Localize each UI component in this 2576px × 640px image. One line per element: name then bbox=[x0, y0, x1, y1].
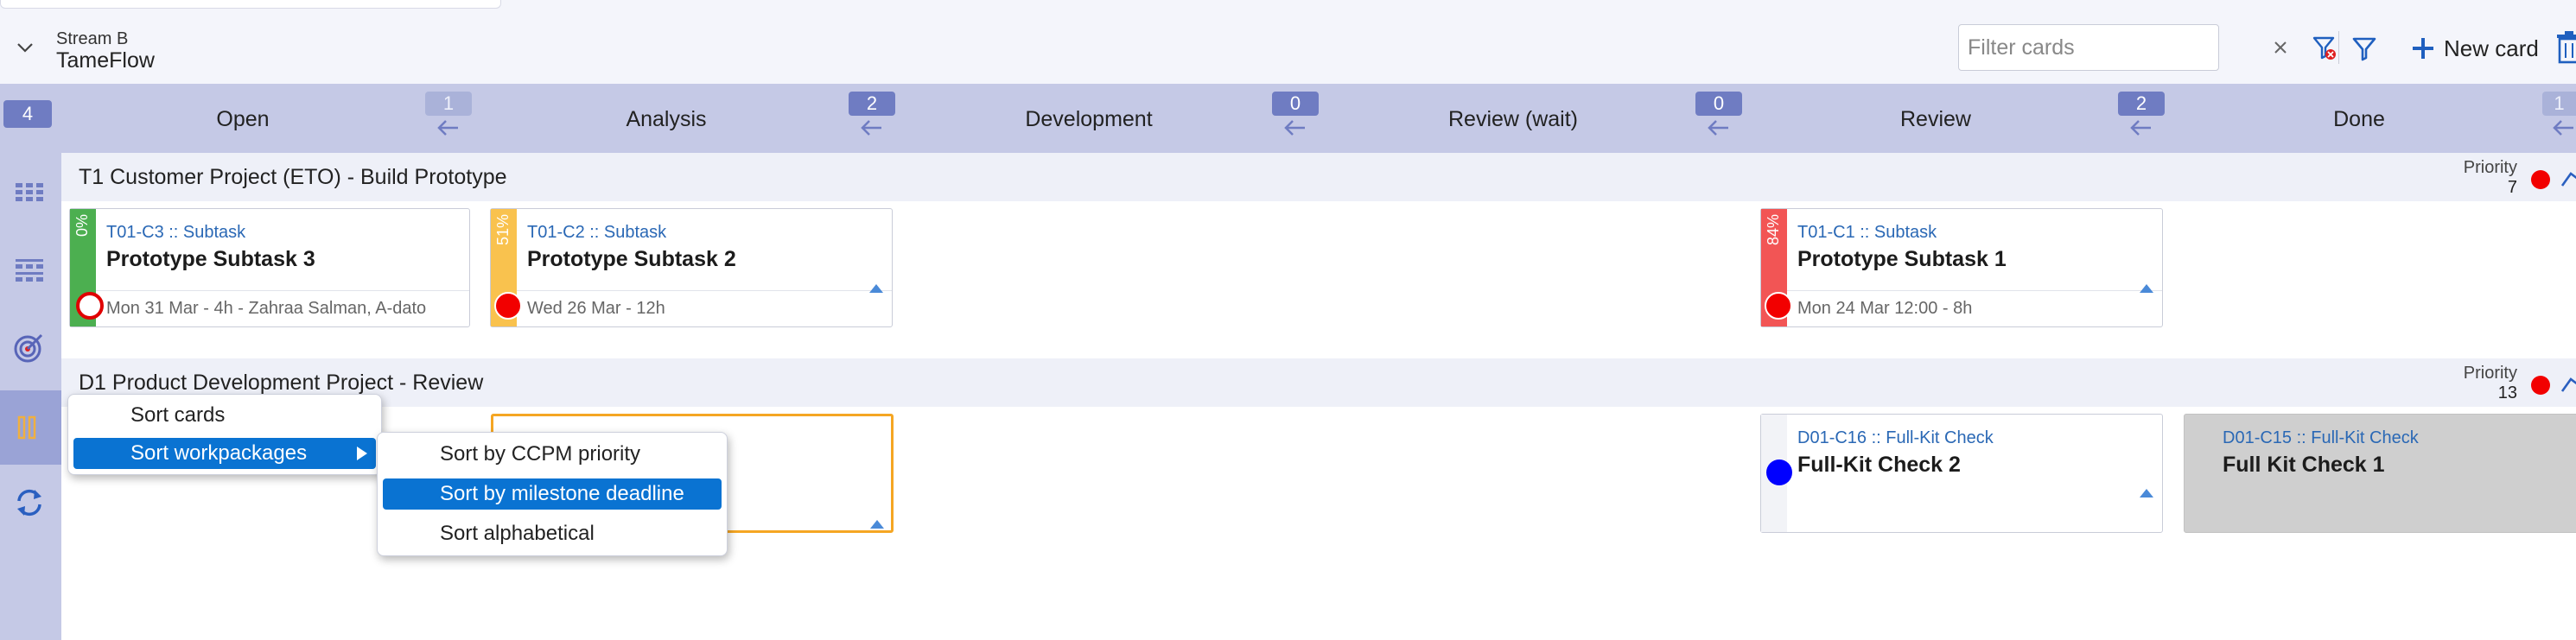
arrow-left-icon[interactable] bbox=[2551, 118, 2576, 137]
status-dot-icon bbox=[494, 292, 522, 320]
swimlane-view-icon[interactable] bbox=[12, 252, 47, 287]
arrow-left-icon[interactable] bbox=[859, 118, 885, 137]
card-title: Prototype Subtask 1 bbox=[1797, 247, 2007, 271]
triangle-up-icon[interactable] bbox=[2140, 284, 2153, 293]
target-icon[interactable] bbox=[12, 330, 47, 364]
new-card-button[interactable]: New card bbox=[2411, 31, 2539, 66]
card-footer: Mon 24 Mar 12:00 - 8h bbox=[1787, 284, 2162, 328]
arrow-left-icon[interactable] bbox=[436, 118, 461, 137]
stream-label: Stream B bbox=[56, 29, 129, 48]
left-sidebar bbox=[0, 153, 61, 640]
tab-strip bbox=[0, 0, 501, 9]
progress-percent: 84% bbox=[1765, 214, 1782, 246]
sort-icon bbox=[17, 415, 36, 440]
filter-cards-input[interactable] bbox=[1968, 34, 2158, 61]
swimlane-header[interactable]: D1 Product Development Project - Review … bbox=[61, 358, 2576, 407]
new-card-label: New card bbox=[2444, 35, 2539, 61]
sidebar-item-sort-active[interactable] bbox=[0, 390, 61, 465]
triangle-up-icon[interactable] bbox=[870, 520, 884, 529]
status-dot bbox=[2531, 170, 2550, 189]
column-title-review[interactable]: Review bbox=[1806, 107, 2065, 132]
priority-label: Priority bbox=[2463, 158, 2517, 177]
card[interactable]: 51% T01-C2 :: Subtask Prototype Subtask … bbox=[490, 208, 893, 327]
menu-item-sort-cards[interactable]: Sort cards bbox=[73, 400, 376, 431]
trash-icon[interactable] bbox=[2556, 31, 2576, 64]
chevron-down-icon[interactable] bbox=[14, 38, 36, 57]
top-bar: Stream B TameFlow New card bbox=[0, 0, 2576, 84]
pin-icon[interactable] bbox=[2559, 372, 2576, 396]
swimlane-title: D1 Product Development Project - Review bbox=[79, 371, 484, 395]
column-title-done[interactable]: Done bbox=[2229, 107, 2489, 132]
menu-item-sort-milestone[interactable]: Sort by milestone deadline bbox=[383, 478, 722, 510]
menu-item-label: Sort workpackages bbox=[130, 441, 308, 465]
wip-badge: 2 bbox=[2118, 92, 2165, 116]
card-id[interactable]: T01-C1 :: Subtask bbox=[1797, 223, 1937, 243]
card-meta: Mon 24 Mar 12:00 - 8h bbox=[1797, 299, 1973, 318]
card-footer: Wed 26 Mar - 12h bbox=[517, 284, 892, 328]
card-id[interactable]: D01-C16 :: Full-Kit Check bbox=[1797, 428, 1994, 448]
triangle-up-icon[interactable] bbox=[2140, 489, 2153, 497]
plus-icon bbox=[2413, 38, 2433, 59]
filter-box bbox=[1958, 24, 2219, 71]
clear-filter-icon[interactable] bbox=[2312, 35, 2337, 62]
chevron-right-icon bbox=[357, 447, 367, 460]
card-title: Full-Kit Check 2 bbox=[1797, 453, 1961, 477]
divider bbox=[2338, 31, 2339, 64]
filter-icon[interactable] bbox=[2351, 35, 2377, 62]
card-id[interactable]: T01-C2 :: Subtask bbox=[527, 223, 666, 243]
status-ring-icon bbox=[76, 292, 104, 320]
status-dot-icon bbox=[1766, 459, 1792, 485]
card-id[interactable]: D01-C15 :: Full-Kit Check bbox=[2223, 428, 2419, 448]
triangle-up-icon[interactable] bbox=[869, 284, 883, 293]
card-meta: Wed 26 Mar - 12h bbox=[527, 299, 665, 318]
card-id[interactable]: T01-C3 :: Subtask bbox=[106, 223, 245, 243]
arrow-left-icon[interactable] bbox=[2128, 118, 2154, 137]
menu-item-sort-ccpm[interactable]: Sort by CCPM priority bbox=[383, 439, 722, 470]
column-title-development[interactable]: Development bbox=[959, 107, 1218, 132]
swimlane-title: T1 Customer Project (ETO) - Build Protot… bbox=[79, 165, 507, 189]
wip-badge: 1 bbox=[425, 92, 472, 116]
card-footer: Mon 31 Mar - 4h - Zahraa Salman, A-dato bbox=[96, 290, 469, 328]
card-done[interactable]: D01-C15 :: Full-Kit Check Full Kit Check… bbox=[2184, 414, 2576, 533]
card-title: Prototype Subtask 2 bbox=[527, 247, 736, 271]
card-title: Full Kit Check 1 bbox=[2223, 453, 2385, 477]
status-dot bbox=[2531, 376, 2550, 395]
board-title: TameFlow bbox=[56, 48, 155, 73]
progress-percent: 51% bbox=[494, 214, 512, 246]
pin-icon[interactable] bbox=[2559, 167, 2576, 191]
card-title: Prototype Subtask 3 bbox=[106, 247, 315, 271]
column-title-analysis[interactable]: Analysis bbox=[537, 107, 796, 132]
clear-icon[interactable] bbox=[2268, 35, 2293, 60]
card[interactable]: 0% T01-C3 :: Subtask Prototype Subtask 3… bbox=[69, 208, 470, 327]
menu-item-sort-alpha[interactable]: Sort alphabetical bbox=[383, 518, 722, 549]
wip-badge: 0 bbox=[1695, 92, 1742, 116]
card-meta: Mon 31 Mar - 4h - Zahraa Salman, A-dato bbox=[106, 299, 427, 318]
status-dot-icon bbox=[1765, 292, 1792, 320]
arrow-left-icon[interactable] bbox=[1706, 118, 1732, 137]
column-title-open[interactable]: Open bbox=[113, 107, 372, 132]
arrow-left-icon[interactable] bbox=[1282, 118, 1308, 137]
wip-badge: 0 bbox=[1272, 92, 1319, 116]
priority-value: 13 bbox=[2497, 383, 2517, 402]
context-menu: Sort cards Sort workpackages bbox=[67, 394, 382, 475]
card[interactable]: D01-C16 :: Full-Kit Check Full-Kit Check… bbox=[1760, 414, 2163, 533]
menu-item-sort-workpackages[interactable]: Sort workpackages bbox=[73, 438, 376, 469]
submenu: Sort by CCPM priority Sort by milestone … bbox=[377, 432, 728, 556]
wip-badge: 2 bbox=[849, 92, 895, 116]
wip-badge: 1 bbox=[2542, 92, 2576, 116]
card[interactable]: 84% T01-C1 :: Subtask Prototype Subtask … bbox=[1760, 208, 2163, 327]
grid-view-icon[interactable] bbox=[12, 174, 47, 209]
progress-percent: 0% bbox=[73, 214, 91, 238]
column-header-row: 4 Open 1 Analysis 2 Development 0 Review… bbox=[0, 84, 2576, 153]
total-count-badge: 4 bbox=[3, 100, 52, 128]
swimlane-header[interactable]: T1 Customer Project (ETO) - Build Protot… bbox=[61, 153, 2576, 201]
refresh-icon[interactable] bbox=[12, 485, 47, 520]
priority-label: Priority bbox=[2463, 364, 2517, 383]
column-title-review-wait[interactable]: Review (wait) bbox=[1383, 107, 1643, 132]
priority-value: 7 bbox=[2507, 178, 2517, 197]
